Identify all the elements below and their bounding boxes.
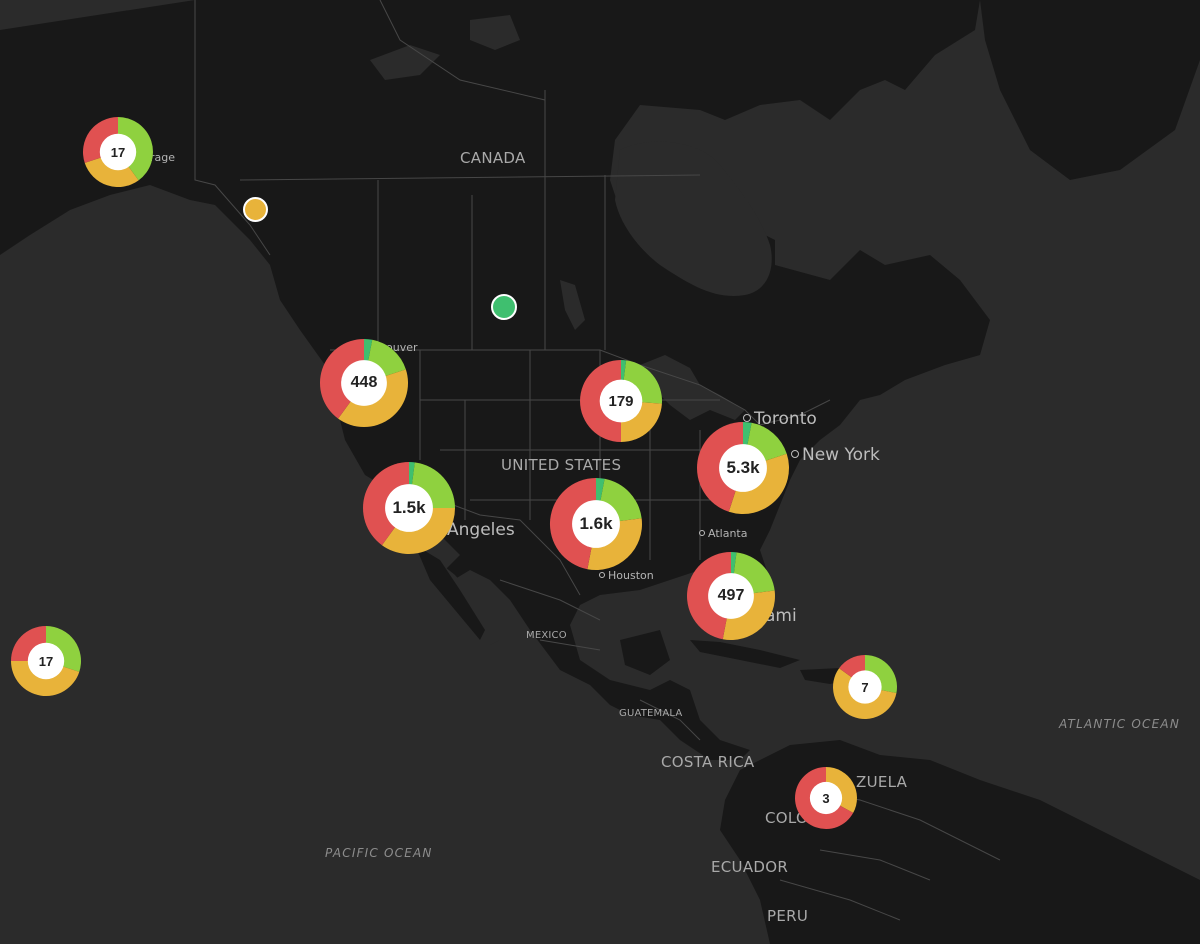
map-view[interactable]: CANADA UNITED STATES MEXICO GUATEMALA CO… [0,0,1200,944]
cluster-marker-central-south[interactable]: 1.6k [549,478,643,571]
label-city-los-angeles: Angeles [447,520,515,540]
label-pacific-ocean: PACIFIC OCEAN [325,846,433,860]
donut-center [809,781,843,815]
cluster-marker-pacific-northwest[interactable]: 448 [319,339,409,428]
label-mexico: MEXICO [526,630,567,641]
label-city-houston: Houston [599,570,654,581]
land-yucatan [620,630,670,675]
city-marker-icon [743,414,751,422]
cluster-marker-california[interactable]: 1.5k [363,462,455,554]
cluster-marker-midwest[interactable]: 179 [580,360,663,442]
cluster-donut [10,626,82,697]
cluster-donut [363,462,455,554]
label-atlantic-ocean: ATLANTIC OCEAN [1059,717,1180,731]
donut-center [599,379,643,423]
land-cuba [690,640,800,668]
point-marker-saskatchewan[interactable] [491,294,517,320]
city-marker-icon [599,572,605,578]
label-city-new-york: New York [791,447,880,464]
land-greenland [980,0,1200,180]
city-marker-icon [791,450,799,458]
cluster-marker-southeast[interactable]: 497 [687,552,775,640]
label-guatemala: GUATEMALA [619,708,683,719]
cluster-donut [832,655,897,720]
cluster-donut [82,117,154,188]
label-venezuela: ZUELA [856,773,908,791]
donut-center [708,573,754,619]
donut-center [848,670,882,704]
label-city-anchorage: rage [150,151,176,164]
donut-center [385,484,433,532]
cluster-donut [580,360,663,442]
label-city-atlanta: Atlanta [699,528,747,539]
donut-center [99,133,137,171]
cluster-donut [795,767,858,829]
city-marker-icon [699,530,705,536]
label-costa-rica: COSTA RICA [661,753,755,771]
cluster-marker-caribbean[interactable]: 7 [832,655,897,720]
cluster-marker-northeast[interactable]: 5.3k [697,422,789,514]
cluster-donut [697,422,789,514]
cluster-donut [319,339,409,428]
label-canada: CANADA [460,149,526,167]
donut-center [719,444,767,492]
donut-center [572,500,620,548]
cluster-donut [549,478,643,571]
label-peru: PERU [767,907,809,925]
cluster-marker-hawaii[interactable]: 17 [10,626,82,697]
cluster-marker-alaska[interactable]: 17 [82,117,154,188]
donut-center [27,642,65,680]
label-united-states: UNITED STATES [501,456,622,474]
label-ecuador: ECUADOR [711,858,789,876]
cluster-marker-colombia[interactable]: 3 [795,767,858,829]
cluster-donut [687,552,775,640]
donut-center [341,360,387,406]
point-marker-yukon[interactable] [243,197,268,222]
